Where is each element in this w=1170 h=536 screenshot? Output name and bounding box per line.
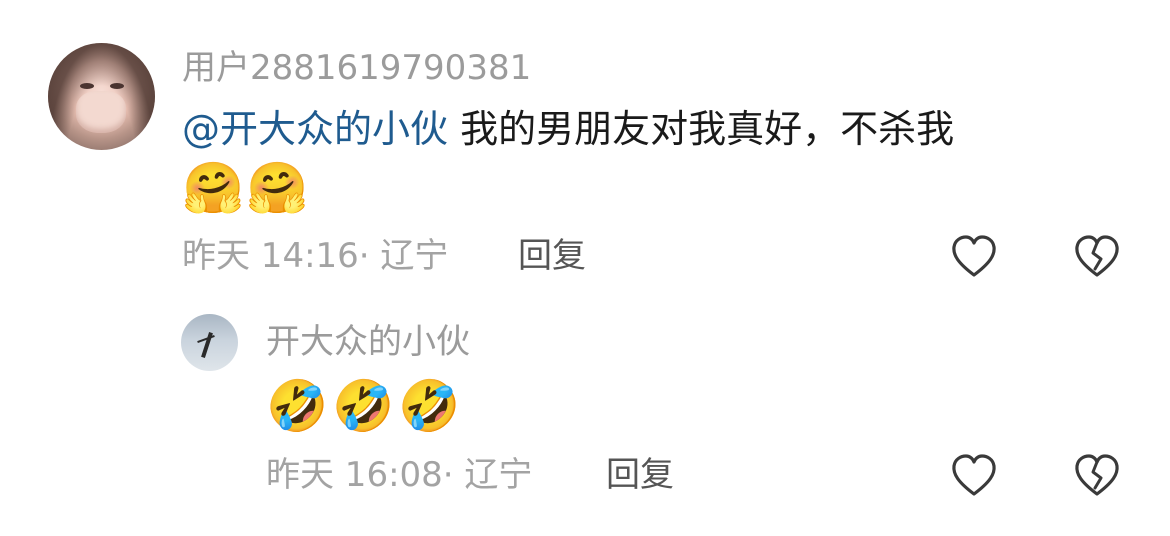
reply-meta: 昨天 16:08· 辽宁	[266, 455, 533, 495]
reply-avatar[interactable]	[181, 314, 238, 371]
heart-outline-icon[interactable]	[950, 452, 998, 500]
comment-mention[interactable]: @开大众的小伙	[182, 107, 448, 151]
avatar-eye-right	[110, 83, 124, 89]
rolling-laughing-emoji: 🤣	[398, 377, 461, 435]
comment-reply-button[interactable]: 回复	[518, 236, 586, 276]
heart-outline-icon	[952, 235, 996, 277]
heart-outline-icon[interactable]	[950, 233, 998, 281]
comment-username[interactable]: 用户2881619790381	[182, 48, 531, 88]
hugging-emoji: 🤗	[182, 159, 245, 217]
comment-body: 我的男朋友对我真好，不杀我	[460, 107, 955, 151]
reply-username[interactable]: 开大众的小伙	[266, 322, 470, 362]
broken-heart-outline-icon[interactable]	[1073, 452, 1121, 500]
heart-outline-icon	[952, 454, 996, 496]
rolling-laughing-emoji: 🤣	[332, 377, 395, 435]
hugging-emoji: 🤗	[246, 159, 309, 217]
avatar-hand	[76, 91, 126, 133]
broken-heart-outline-icon	[1075, 454, 1119, 496]
comment-text: @开大众的小伙 我的男朋友对我真好，不杀我	[182, 106, 954, 152]
avatar-eye-left	[80, 83, 94, 89]
comment-avatar[interactable]	[48, 43, 155, 150]
reply-reply-button[interactable]: 回复	[606, 455, 674, 495]
broken-heart-outline-icon	[1075, 235, 1119, 277]
comment-meta: 昨天 14:16· 辽宁	[182, 236, 449, 276]
broken-heart-outline-icon[interactable]	[1073, 233, 1121, 281]
rolling-laughing-emoji: 🤣	[266, 377, 329, 435]
